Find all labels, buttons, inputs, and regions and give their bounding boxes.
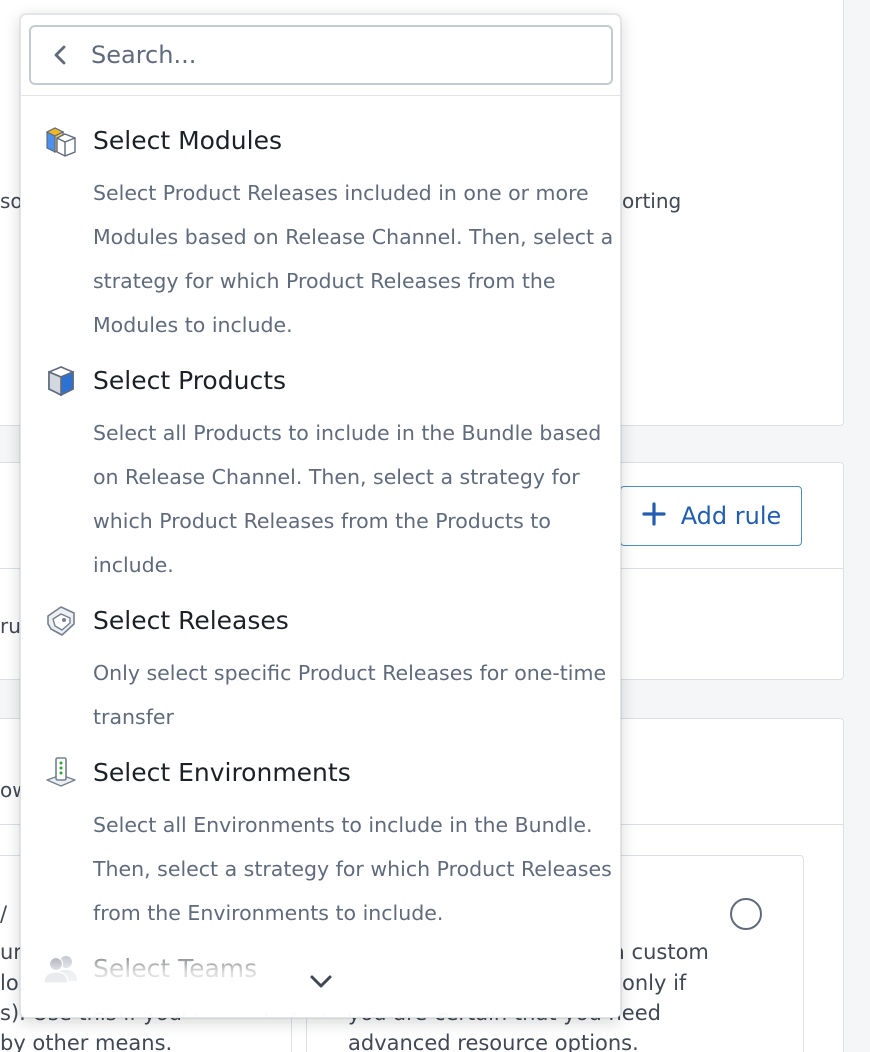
background-text-fragment: ur — [0, 940, 22, 964]
background-text-fragment: advanced resource options. — [348, 1031, 639, 1052]
search-divider — [21, 95, 620, 96]
plus-icon — [641, 500, 667, 532]
background-text-fragment: a custom — [612, 940, 709, 964]
option-select-releases[interactable]: Select Releases Only select specific Pro… — [21, 599, 620, 741]
option-description: Select all Environments to include in th… — [93, 813, 612, 925]
option-select-environments[interactable]: Select Environments Select all Environme… — [21, 751, 620, 937]
option-description: Select all teams to include in the Bundl… — [93, 999, 603, 1017]
option-description: Only select specific Product Releases fo… — [93, 661, 607, 729]
search-input[interactable] — [91, 41, 571, 69]
option-description: Select all Products to include in the Bu… — [93, 421, 602, 577]
option-title: Select Modules — [93, 126, 283, 155]
product-box-icon — [43, 363, 79, 399]
modules-icon — [43, 123, 79, 159]
teams-icon — [43, 951, 79, 987]
background-text-fragment: orting — [622, 189, 682, 213]
back-chevron-icon[interactable] — [31, 27, 91, 83]
option-title: Select Releases — [93, 606, 289, 635]
option-title: Select Products — [93, 366, 287, 395]
background-text-fragment: lo — [0, 971, 19, 995]
background-text-fragment: by other means. — [0, 1031, 173, 1052]
option-description: Select Product Releases included in one … — [93, 181, 614, 337]
option-title: Select Environments — [93, 758, 351, 787]
option-title: Select Teams — [93, 954, 258, 983]
search-box — [29, 25, 613, 85]
add-rule-popover: Select Modules Select Product Releases i… — [20, 14, 621, 1018]
background-text-fragment: / — [0, 902, 8, 926]
option-radio[interactable] — [730, 898, 762, 930]
background-text-fragment: only if — [622, 971, 687, 995]
option-select-products[interactable]: Select Products Select all Products to i… — [21, 359, 620, 589]
option-select-modules[interactable]: Select Modules Select Product Releases i… — [21, 119, 620, 349]
add-rule-button[interactable]: Add rule — [620, 486, 802, 546]
chevron-down-icon[interactable] — [307, 967, 335, 995]
background-text-fragment: ru — [0, 614, 21, 638]
release-tag-icon — [43, 603, 79, 639]
environment-server-icon — [43, 755, 79, 791]
add-rule-label: Add rule — [680, 502, 782, 530]
